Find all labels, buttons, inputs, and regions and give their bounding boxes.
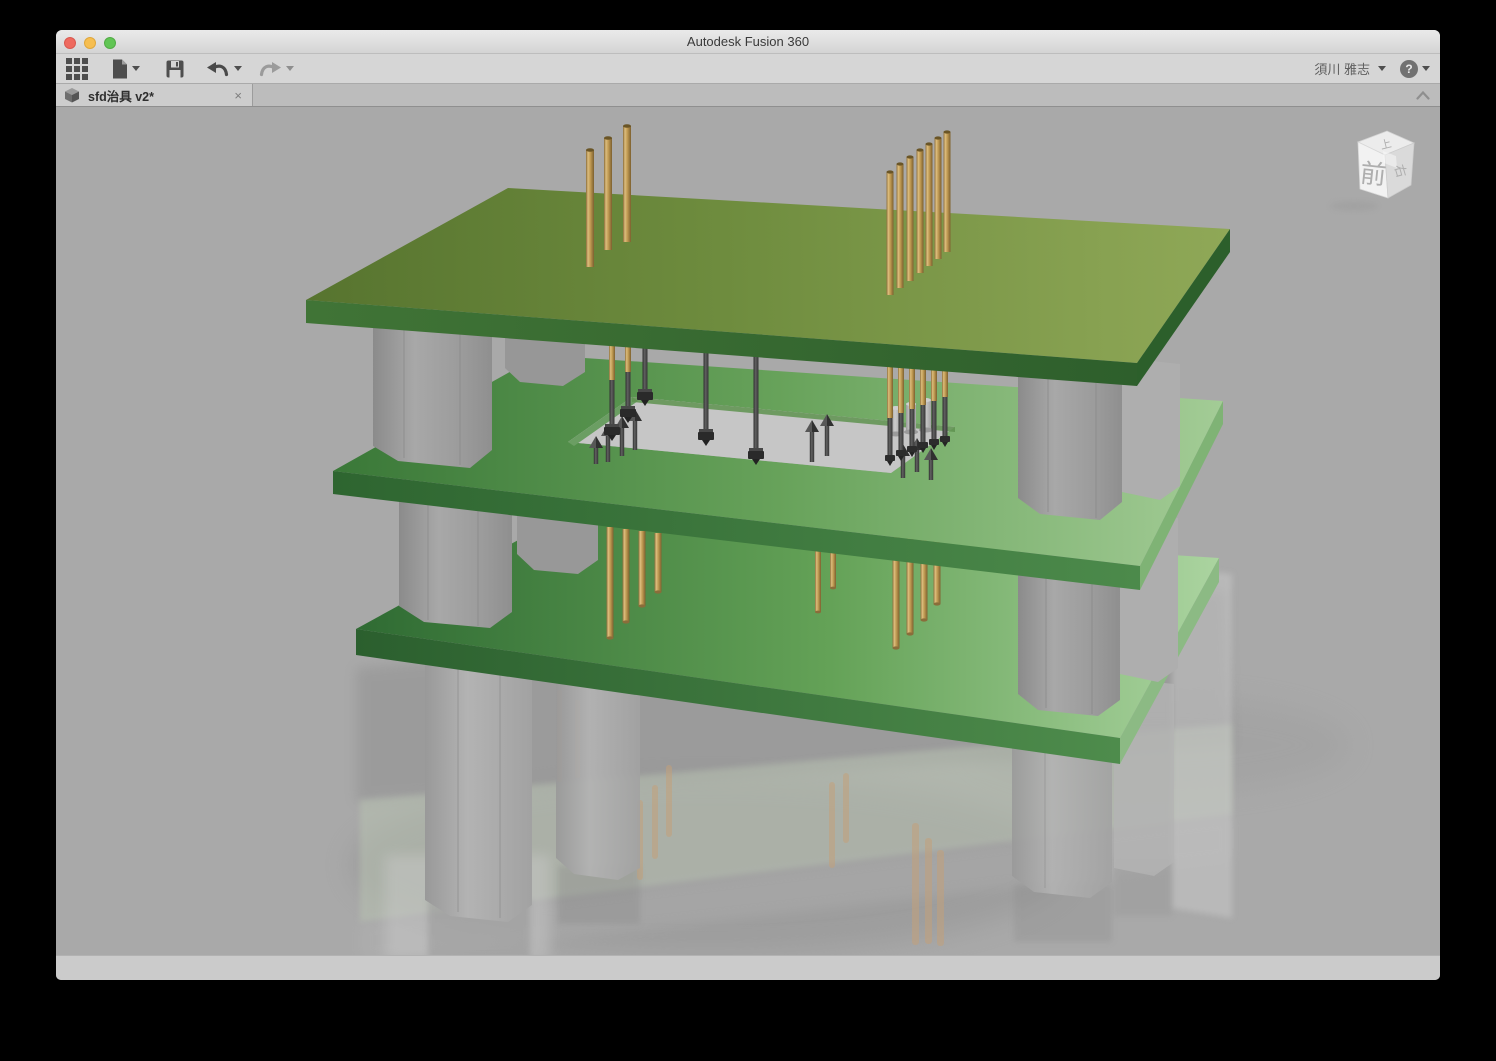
save-button[interactable] — [166, 56, 184, 82]
file-icon — [113, 59, 127, 78]
file-dropdown-caret[interactable] — [132, 66, 140, 71]
timeline-strip[interactable] — [56, 955, 1440, 980]
document-cube-icon — [65, 88, 79, 103]
undo-icon — [207, 61, 229, 76]
titlebar[interactable]: Autodesk Fusion 360 — [56, 30, 1440, 54]
collapse-toolbar-chevron-icon[interactable] — [1416, 91, 1430, 100]
file-menu-button[interactable] — [112, 56, 140, 82]
fusion-window: Autodesk Fusion 360 須川 雅志 ? sfd治具 v2* × … — [56, 30, 1440, 980]
3d-viewport[interactable]: 上 前 右 — [56, 107, 1440, 955]
window-title: Autodesk Fusion 360 — [686, 34, 810, 49]
help-icon[interactable]: ? — [1400, 59, 1418, 78]
viewport-canvas[interactable]: 上 前 右 — [56, 107, 1440, 955]
document-tab-bar: sfd治具 v2* × — [56, 84, 1440, 107]
document-tab-active[interactable]: sfd治具 v2* × — [56, 84, 253, 106]
quick-access-toolbar: 須川 雅志 ? — [56, 54, 1440, 84]
app-launcher-grid-button[interactable] — [66, 56, 88, 82]
undo-dropdown-caret[interactable] — [234, 66, 242, 71]
document-tab-label: sfd治具 v2* — [88, 89, 154, 104]
user-account-menu[interactable]: 須川 雅志 — [1314, 59, 1370, 78]
redo-button[interactable] — [258, 56, 294, 82]
grid-icon — [66, 57, 88, 80]
redo-icon — [259, 61, 281, 76]
save-icon — [166, 60, 184, 77]
viewcube-front-label: 前 — [1359, 158, 1388, 191]
undo-button[interactable] — [206, 56, 242, 82]
help-dropdown-caret[interactable] — [1422, 66, 1430, 71]
tab-close-icon[interactable]: × — [232, 88, 244, 103]
redo-dropdown-caret[interactable] — [286, 66, 294, 71]
user-dropdown-caret[interactable] — [1378, 66, 1386, 71]
